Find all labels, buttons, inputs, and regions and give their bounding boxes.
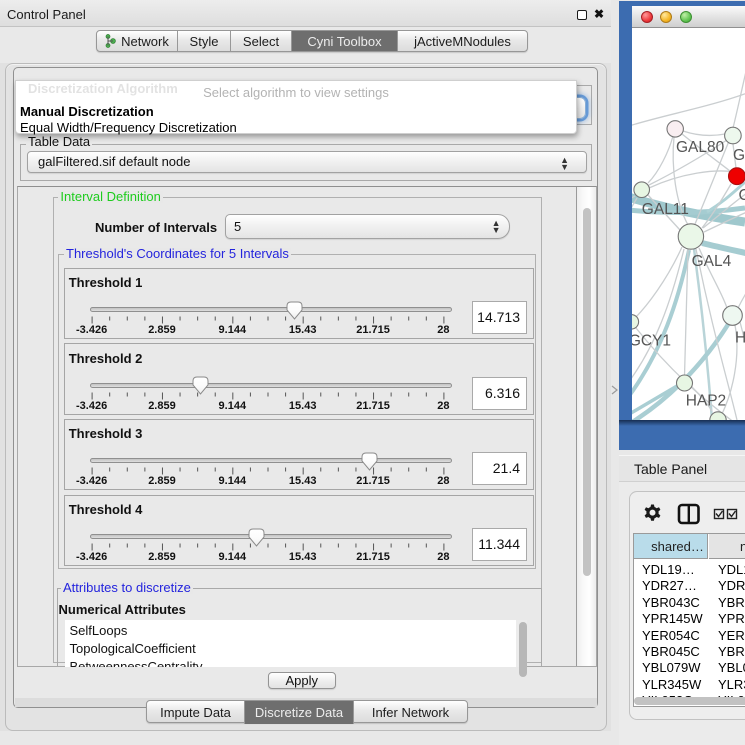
svg-text:CR: CR xyxy=(739,187,745,204)
svg-text:GAL4: GAL4 xyxy=(692,253,732,270)
svg-text:GAL11: GAL11 xyxy=(642,201,689,218)
svg-text:GAL1: GAL1 xyxy=(733,147,745,164)
svg-text:HI: HI xyxy=(735,330,745,347)
svg-text:GCY1: GCY1 xyxy=(632,333,671,350)
svg-text:GAL80: GAL80 xyxy=(676,139,725,156)
svg-text:HAP2: HAP2 xyxy=(686,393,727,410)
